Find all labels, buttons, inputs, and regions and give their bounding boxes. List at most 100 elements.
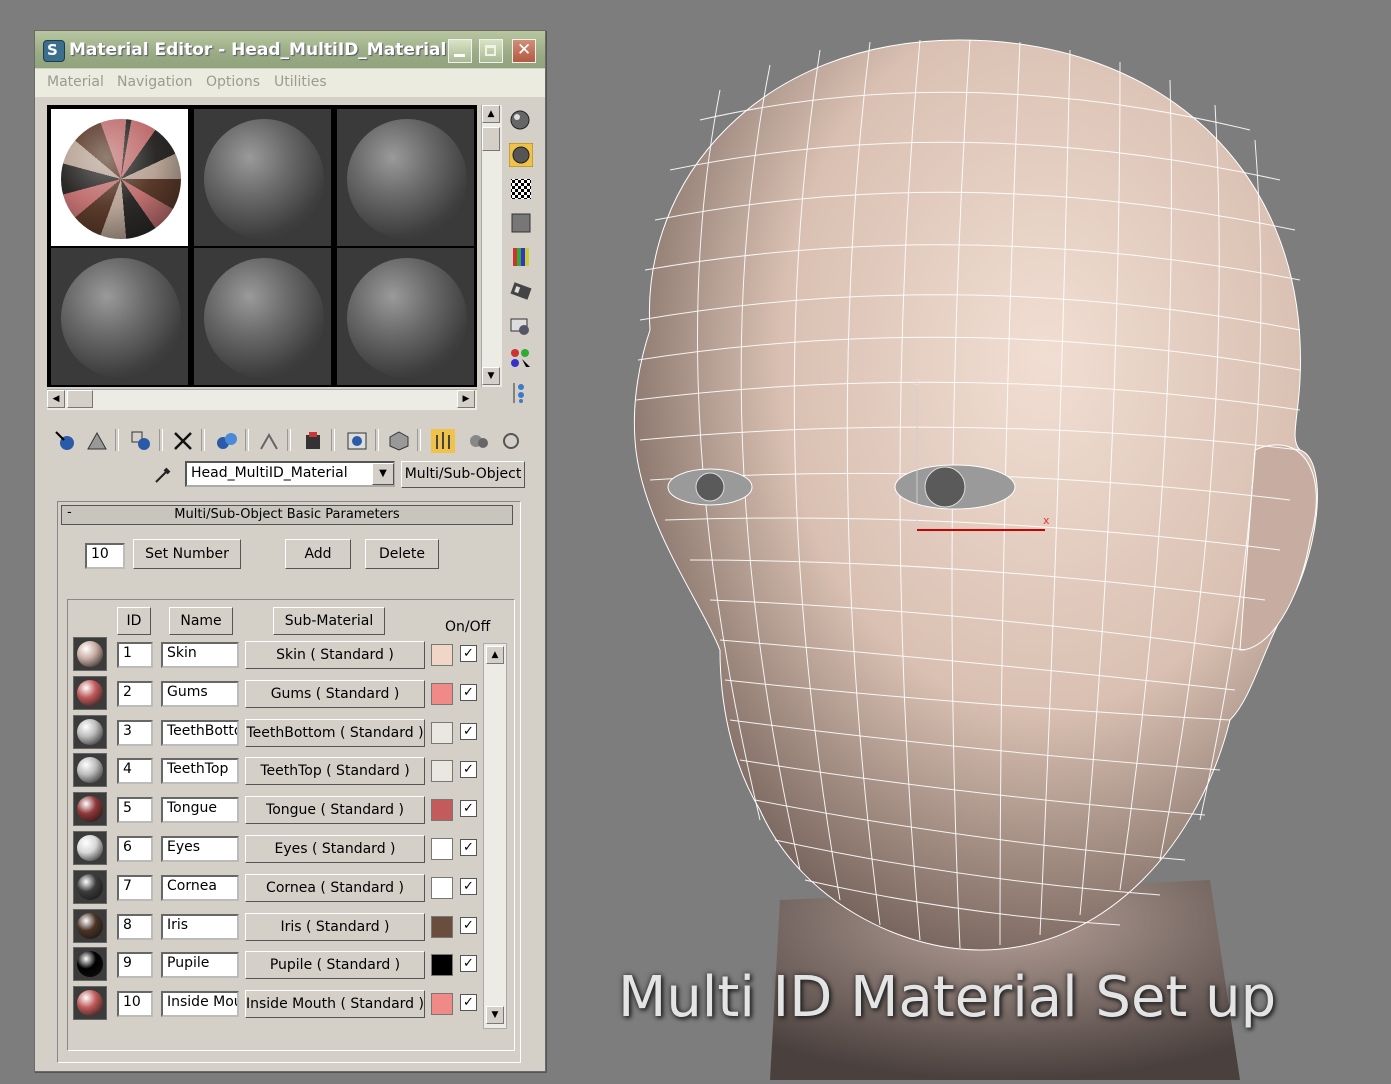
id-field[interactable]: 2 — [117, 680, 153, 707]
scroll-thumb[interactable] — [67, 390, 93, 408]
sub-material-preview[interactable] — [73, 753, 107, 788]
name-field[interactable]: Pupile — [161, 952, 239, 979]
id-field[interactable]: 6 — [117, 836, 153, 862]
sub-material-preview[interactable] — [73, 637, 107, 671]
on-off-checkbox[interactable]: ✓ — [460, 761, 477, 779]
id-field[interactable]: 4 — [117, 758, 153, 785]
color-swatch[interactable] — [431, 915, 453, 938]
id-field[interactable]: 8 — [117, 913, 153, 940]
color-swatch[interactable] — [431, 644, 453, 666]
assign-to-selection-icon[interactable] — [129, 429, 153, 453]
color-swatch[interactable] — [431, 760, 453, 783]
eyedropper-icon[interactable] — [153, 463, 175, 485]
slots-vertical-scrollbar[interactable]: ▲ ▼ — [481, 105, 502, 387]
sample-slot-5[interactable] — [194, 248, 331, 385]
number-of-materials-field[interactable]: 10 — [85, 543, 125, 569]
sub-material-preview[interactable] — [73, 792, 107, 827]
app-icon[interactable]: S — [43, 40, 65, 62]
title-bar[interactable]: S Material Editor - Head_MultiID_Materia… — [35, 31, 545, 68]
set-number-button[interactable]: Set Number — [133, 539, 241, 569]
on-off-checkbox[interactable]: ✓ — [460, 955, 477, 973]
menu-options[interactable]: Options — [206, 74, 260, 90]
on-off-checkbox[interactable]: ✓ — [460, 877, 477, 895]
sub-material-button[interactable]: Skin ( Standard ) — [245, 641, 425, 669]
name-column-header[interactable]: Name — [169, 607, 233, 635]
rollout-collapse-icon[interactable]: - — [67, 505, 72, 520]
material-type-button[interactable]: Multi/Sub-Object — [401, 461, 525, 488]
id-field[interactable]: 10 — [117, 991, 153, 1018]
sub-material-button[interactable]: Pupile ( Standard ) — [245, 951, 425, 980]
sub-material-preview[interactable] — [73, 986, 107, 1021]
sub-material-button[interactable]: Iris ( Standard ) — [245, 912, 425, 941]
backlight-icon[interactable] — [508, 142, 534, 168]
id-field[interactable]: 1 — [117, 642, 153, 668]
name-field[interactable]: Tongue — [161, 797, 239, 824]
sub-material-button[interactable]: TeethBottom ( Standard ) — [245, 718, 425, 747]
reset-map-icon[interactable] — [171, 429, 195, 453]
table-scrollbar[interactable]: ▲ ▼ — [483, 643, 507, 1029]
color-swatch[interactable] — [431, 876, 453, 899]
scroll-up-icon[interactable]: ▲ — [482, 105, 500, 123]
name-field[interactable]: Inside Mouth — [161, 991, 239, 1018]
sub-material-button[interactable]: Tongue ( Standard ) — [245, 796, 425, 825]
scroll-down-icon[interactable]: ▼ — [482, 367, 500, 385]
select-by-material-icon[interactable] — [509, 347, 533, 371]
on-off-checkbox[interactable]: ✓ — [460, 916, 477, 934]
menu-material[interactable]: Material — [47, 74, 104, 90]
sub-material-preview[interactable] — [73, 831, 107, 865]
scroll-up-icon[interactable]: ▲ — [486, 646, 504, 664]
color-swatch[interactable] — [431, 993, 453, 1016]
color-swatch[interactable] — [431, 799, 453, 822]
menu-navigation[interactable]: Navigation — [117, 74, 193, 90]
delete-button[interactable]: Delete — [365, 539, 439, 569]
menu-utilities[interactable]: Utilities — [274, 74, 327, 90]
name-field[interactable]: TeethBottom — [161, 719, 239, 746]
sub-material-button[interactable]: Gums ( Standard ) — [245, 679, 425, 708]
chevron-down-icon[interactable]: ▼ — [372, 463, 394, 485]
maximize-button[interactable] — [479, 39, 503, 63]
name-field[interactable]: TeethTop — [161, 758, 239, 785]
sub-material-button[interactable]: TeethTop ( Standard ) — [245, 757, 425, 786]
sub-material-preview[interactable] — [73, 947, 107, 982]
slots-horizontal-scrollbar[interactable]: ◀ ▶ — [47, 389, 477, 410]
background-checker-icon[interactable] — [509, 177, 533, 201]
id-field[interactable]: 7 — [117, 874, 153, 901]
color-swatch[interactable] — [431, 721, 453, 744]
add-button[interactable]: Add — [285, 539, 351, 569]
sub-material-button[interactable]: Cornea ( Standard ) — [245, 873, 425, 902]
options-icon[interactable] — [509, 315, 533, 339]
sample-slot-2[interactable] — [194, 109, 331, 246]
pick-material-from-object-icon[interactable] — [499, 429, 523, 453]
color-swatch[interactable] — [431, 682, 453, 705]
go-forward-to-sibling-icon[interactable] — [467, 429, 491, 453]
go-to-parent-icon[interactable] — [431, 429, 455, 453]
show-end-result-icon[interactable] — [387, 429, 411, 453]
color-swatch[interactable] — [431, 954, 453, 977]
name-field[interactable]: Gums — [161, 680, 239, 707]
id-field[interactable]: 3 — [117, 719, 153, 746]
scroll-right-icon[interactable]: ▶ — [457, 390, 475, 408]
make-unique-icon[interactable] — [215, 429, 239, 453]
scroll-thumb[interactable] — [482, 127, 500, 151]
sample-slot-3[interactable] — [337, 109, 474, 246]
id-field[interactable]: 9 — [117, 952, 153, 979]
make-preview-icon[interactable] — [509, 279, 533, 303]
name-field[interactable]: Skin — [161, 642, 239, 668]
minimize-button[interactable] — [448, 39, 472, 63]
name-field[interactable]: Eyes — [161, 836, 239, 862]
id-field[interactable]: 5 — [117, 797, 153, 824]
sample-slot-1[interactable] — [51, 109, 188, 246]
on-off-checkbox[interactable]: ✓ — [460, 645, 477, 662]
sample-slot-4[interactable] — [51, 248, 188, 385]
material-effects-channel-icon[interactable] — [301, 429, 325, 453]
close-button[interactable]: ✕ — [512, 39, 536, 63]
on-off-checkbox[interactable]: ✓ — [460, 839, 477, 856]
name-field[interactable]: Cornea — [161, 874, 239, 901]
scroll-left-icon[interactable]: ◀ — [47, 390, 65, 408]
video-color-check-icon[interactable] — [509, 245, 533, 269]
sample-uv-tiling-icon[interactable] — [509, 211, 533, 235]
material-name-field[interactable]: Head_MultiID_Material — [185, 461, 395, 487]
get-material-icon[interactable] — [53, 429, 77, 453]
sub-material-column-header[interactable]: Sub-Material — [273, 607, 385, 635]
on-off-checkbox[interactable]: ✓ — [460, 722, 477, 740]
